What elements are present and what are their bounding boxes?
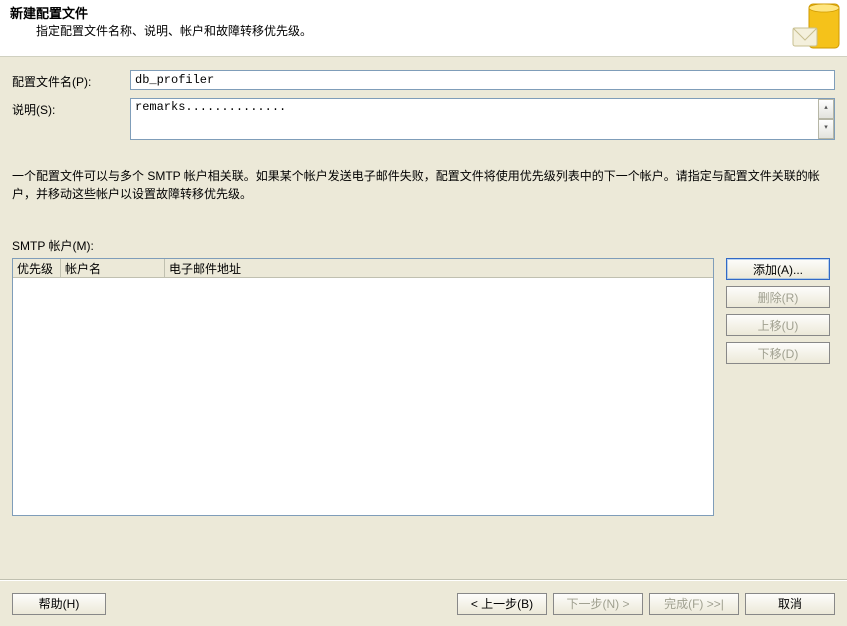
smtp-accounts-label: SMTP 帐户(M):	[12, 237, 835, 254]
side-buttons: 添加(A)... 删除(R) 上移(U) 下移(D)	[726, 258, 830, 364]
cancel-button[interactable]: 取消	[745, 593, 835, 615]
profile-name-label: 配置文件名(P):	[12, 70, 130, 90]
wizard-page: 新建配置文件 指定配置文件名称、说明、帐户和故障转移优先级。 配置文件名(P):…	[0, 0, 847, 626]
col-email[interactable]: 电子邮件地址	[165, 259, 713, 277]
description-textarea[interactable]	[130, 98, 835, 140]
table-header: 优先级 帐户名 电子邮件地址	[13, 259, 713, 278]
description-label: 说明(S):	[12, 98, 130, 118]
spin-up-button[interactable]: ▴	[818, 99, 834, 119]
footer: 帮助(H) < 上一步(B) 下一步(N) > 完成(F) >>| 取消	[0, 580, 847, 626]
header-icon	[789, 0, 847, 56]
col-account-name[interactable]: 帐户名	[61, 259, 165, 277]
profile-name-input[interactable]	[130, 70, 835, 90]
body-area: 配置文件名(P): 说明(S): ▴ ▾ 一个配置文件可以与多个 SMTP 帐户…	[0, 56, 847, 580]
move-down-button: 下移(D)	[726, 342, 830, 364]
header: 新建配置文件 指定配置文件名称、说明、帐户和故障转移优先级。	[0, 0, 847, 57]
info-text: 一个配置文件可以与多个 SMTP 帐户相关联。如果某个帐户发送电子邮件失败，配置…	[12, 167, 835, 203]
col-priority[interactable]: 优先级	[13, 259, 61, 277]
next-button: 下一步(N) >	[553, 593, 643, 615]
page-title: 新建配置文件	[10, 3, 88, 22]
move-up-button: 上移(U)	[726, 314, 830, 336]
page-subtitle: 指定配置文件名称、说明、帐户和故障转移优先级。	[36, 22, 312, 39]
remove-button: 删除(R)	[726, 286, 830, 308]
add-button[interactable]: 添加(A)...	[726, 258, 830, 280]
back-button[interactable]: < 上一步(B)	[457, 593, 547, 615]
help-button[interactable]: 帮助(H)	[12, 593, 106, 615]
smtp-accounts-table[interactable]: 优先级 帐户名 电子邮件地址	[12, 258, 714, 516]
spin-down-button[interactable]: ▾	[818, 119, 834, 139]
finish-button: 完成(F) >>|	[649, 593, 739, 615]
